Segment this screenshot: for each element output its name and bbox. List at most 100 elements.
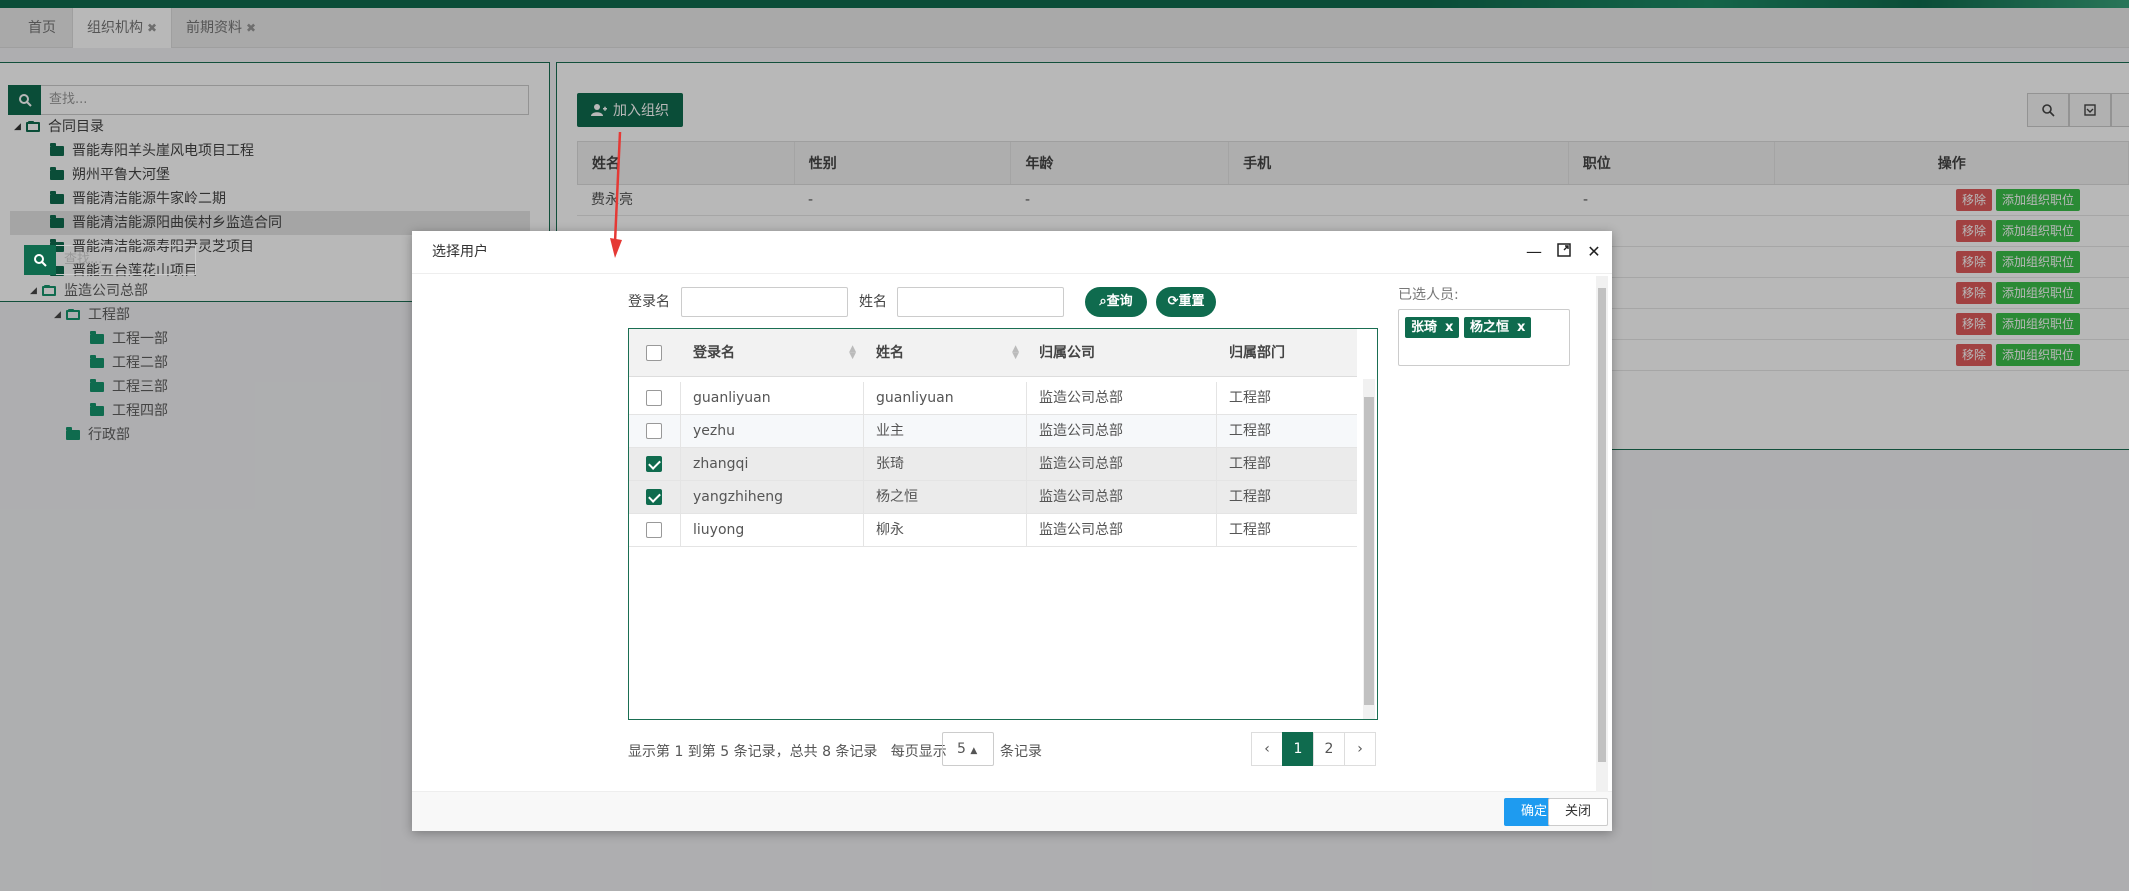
selected-person-chip: 杨之恒 x (1464, 317, 1532, 338)
page-2-button[interactable]: 2 (1313, 732, 1345, 766)
col-login-label: 登录名 (693, 345, 735, 361)
tree-node[interactable]: ◢ 工程部 (24, 303, 204, 327)
tree-node[interactable]: 工程二部 (24, 351, 204, 375)
expand-toggle-icon[interactable]: ◢ (54, 303, 66, 327)
row-checkbox[interactable] (646, 489, 662, 505)
dialog-footer: 确定 关闭 (412, 791, 1612, 831)
cell-dept: 工程部 (1229, 489, 1271, 505)
tree-node-label: 工程三部 (112, 379, 168, 395)
close-icon[interactable]: ✕ (1586, 242, 1602, 261)
next-page-button[interactable]: › (1344, 732, 1376, 766)
row-checkbox[interactable] (646, 456, 662, 472)
scrollbar-thumb[interactable] (1364, 397, 1374, 705)
tree-node[interactable]: 行政部 (24, 423, 204, 447)
tree-node-label: 工程部 (88, 307, 130, 323)
cell-login: yezhu (681, 415, 864, 447)
folder-icon (66, 427, 80, 440)
checkbox-cell (629, 448, 681, 480)
cell-dept: 工程部 (1229, 423, 1271, 439)
table-row[interactable]: liuyong 柳永 监造公司总部 工程部 (629, 514, 1357, 547)
col-name-label: 姓名 (876, 345, 904, 361)
select-all-checkbox[interactable] (646, 345, 662, 361)
table-row[interactable]: zhangqi 张琦 监造公司总部 工程部 (629, 448, 1357, 481)
dept-tree: ◢ 监造公司总部 ◢ 工程部工程一部工程二部工程三部工程四部行政部 (24, 279, 204, 447)
page-size-value: 5 (957, 741, 966, 757)
selected-person-chip: 张琦 x (1405, 317, 1460, 338)
minimize-icon[interactable]: — (1526, 242, 1542, 261)
pager: ‹ 1 2 › (1251, 732, 1376, 766)
remove-chip-button[interactable]: x (1445, 320, 1453, 335)
search-icon: ⌕ (1099, 294, 1107, 309)
folder-icon (90, 403, 104, 416)
col-dept[interactable]: 归属部门 (1217, 329, 1357, 376)
cell-dept: 工程部 (1229, 522, 1271, 538)
cell-company: 监造公司总部 (1027, 448, 1217, 480)
table-scrollbar[interactable] (1363, 379, 1375, 719)
prev-page-button[interactable]: ‹ (1251, 732, 1283, 766)
checkbox-cell (629, 481, 681, 513)
checkbox-cell (629, 415, 681, 447)
cell-login: guanliyuan (681, 382, 864, 414)
dialog-controls: — ✕ (1526, 242, 1602, 261)
remove-chip-button[interactable]: x (1517, 320, 1525, 335)
login-name-input[interactable] (681, 287, 848, 317)
tree-node[interactable]: 工程四部 (24, 399, 204, 423)
row-checkbox[interactable] (646, 390, 662, 406)
pagination-info: 显示第 1 到第 5 条记录，总共 8 条记录 每页显示 (628, 737, 947, 767)
per-page-suffix: 条记录 (1000, 744, 1042, 760)
folder-open-icon (66, 309, 80, 320)
col-company[interactable]: 归属公司 (1027, 329, 1217, 376)
cell-name: 张琦 (864, 448, 1027, 480)
col-dept-label: 归属部门 (1229, 345, 1285, 361)
cell-dept: 工程部 (1229, 456, 1271, 472)
cell-company: 监造公司总部 (1027, 514, 1217, 546)
checkbox-cell (629, 382, 681, 414)
cell-name: 业主 (864, 415, 1027, 447)
name-label: 姓名 (859, 294, 887, 310)
select-all-cell (629, 329, 681, 376)
row-checkbox[interactable] (646, 522, 662, 538)
maximize-icon[interactable] (1556, 242, 1572, 261)
chip-label: 张琦 (1411, 320, 1438, 335)
table-row[interactable]: yezhu 业主 监造公司总部 工程部 (629, 415, 1357, 448)
expand-toggle-icon[interactable]: ◢ (30, 279, 42, 303)
close-button[interactable]: 关闭 (1548, 798, 1608, 826)
tree-node[interactable]: 工程三部 (24, 375, 204, 399)
tree-node-label: 工程四部 (112, 403, 168, 419)
row-checkbox[interactable] (646, 423, 662, 439)
selected-people-box: 张琦 x 杨之恒 x (1398, 309, 1570, 366)
page-size-select[interactable]: 5 ▲ (942, 732, 994, 766)
dept-search-input[interactable]: 查找... (56, 245, 196, 275)
tree-node[interactable]: 工程一部 (24, 327, 204, 351)
tree-node[interactable]: ◢ 监造公司总部 (24, 279, 204, 303)
search-icon[interactable] (24, 245, 56, 275)
name-input[interactable] (897, 287, 1064, 317)
dialog-scrollbar[interactable] (1596, 276, 1608, 792)
col-name[interactable]: 姓名 ▲ ▼ (864, 329, 1027, 376)
table-row[interactable]: yangzhiheng 杨之恒 监造公司总部 工程部 (629, 481, 1357, 514)
tree-node-label: 行政部 (88, 427, 130, 443)
folder-icon (90, 331, 104, 344)
page-1-button[interactable]: 1 (1282, 732, 1314, 766)
reset-label: 重置 (1178, 294, 1205, 309)
folder-icon (90, 355, 104, 368)
refresh-icon: ⟳ (1167, 294, 1179, 309)
scrollbar-thumb[interactable] (1598, 288, 1606, 762)
query-button[interactable]: ⌕查询 (1085, 287, 1147, 317)
cell-company: 监造公司总部 (1027, 415, 1217, 447)
tree-node-label: 监造公司总部 (64, 283, 148, 299)
col-login[interactable]: 登录名 ▲ ▼ (681, 329, 864, 376)
reset-button[interactable]: ⟳重置 (1156, 287, 1216, 317)
selected-people-label: 已选人员: (1398, 287, 1459, 303)
dialog-title: 选择用户 (432, 244, 488, 260)
login-name-label: 登录名 (628, 294, 670, 310)
dept-search: 查找... (24, 245, 196, 275)
cell-login: zhangqi (681, 448, 864, 480)
tree-node-label: 工程二部 (112, 355, 168, 371)
table-row[interactable]: guanliyuan guanliyuan 监造公司总部 工程部 (629, 382, 1357, 415)
cell-dept: 工程部 (1229, 390, 1271, 406)
folder-open-icon (42, 285, 56, 296)
user-table: 登录名 ▲ ▼ 姓名 ▲ ▼ 归属公司 归属部门 guanliyuan guanliyua… (628, 328, 1378, 720)
cell-name: guanliyuan (864, 382, 1027, 414)
cell-name: 杨之恒 (864, 481, 1027, 513)
